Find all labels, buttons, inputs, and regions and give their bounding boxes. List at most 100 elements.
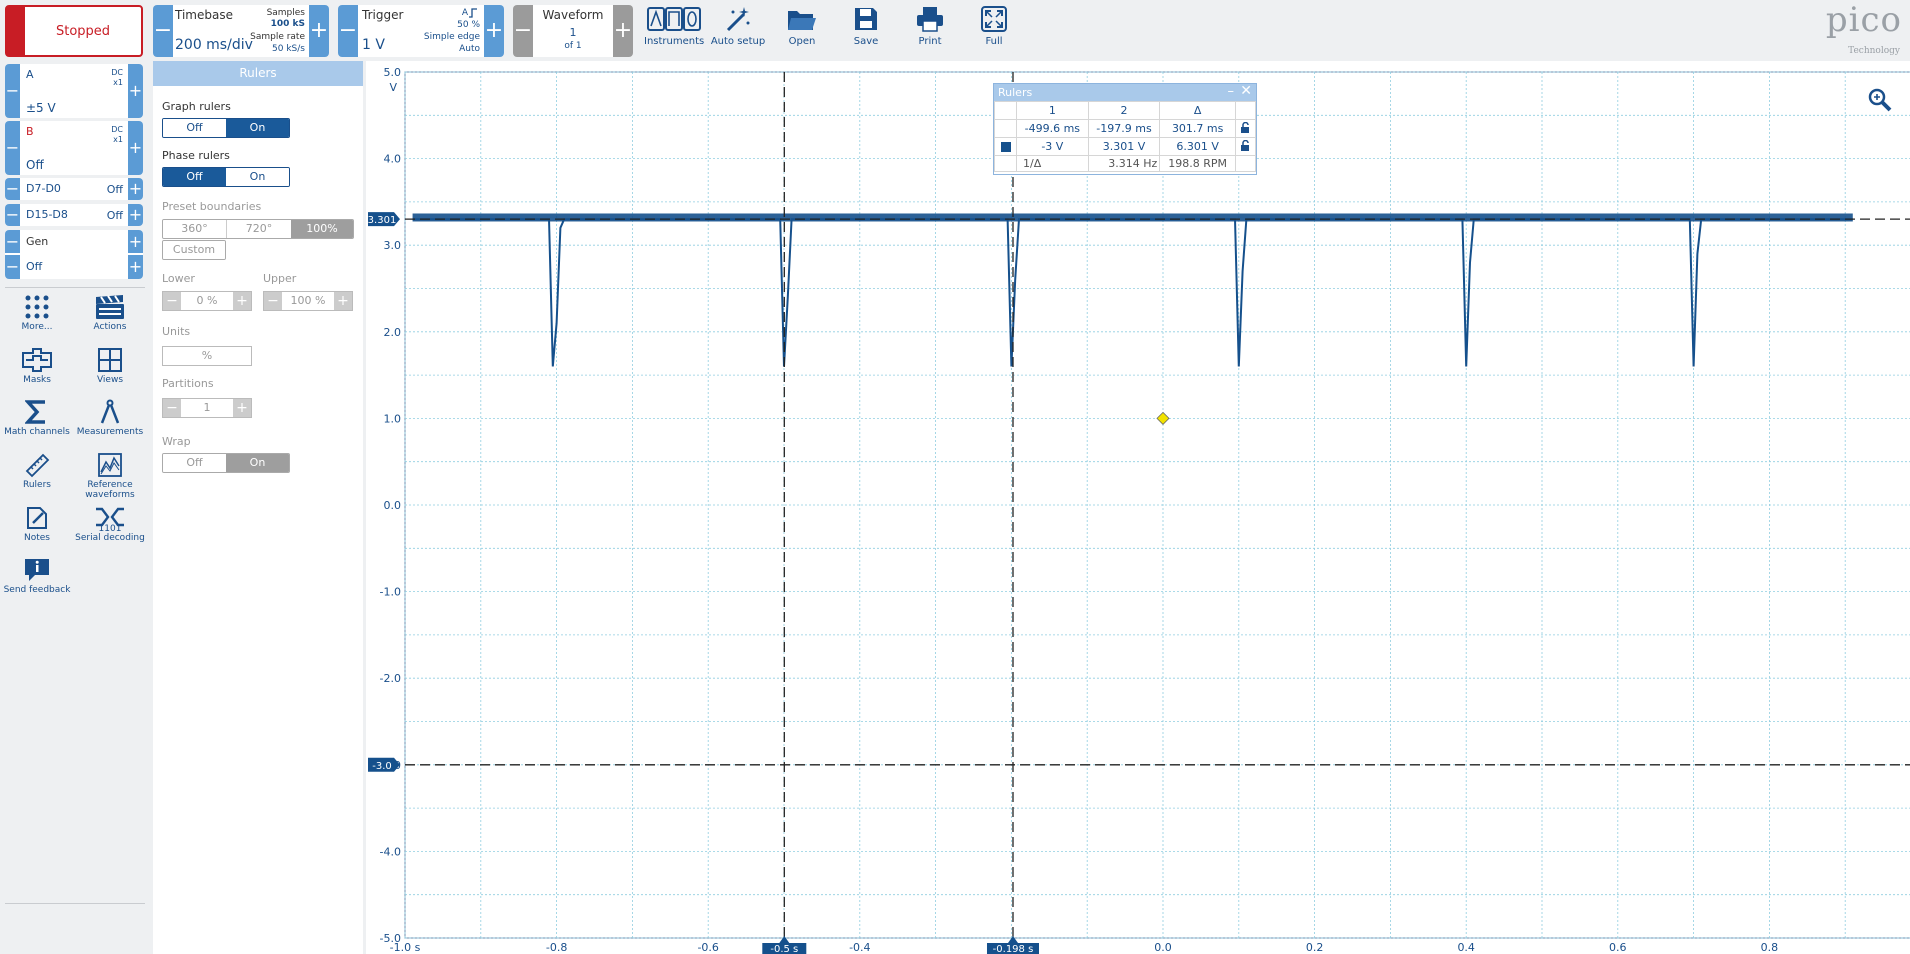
column-header: Δ (1159, 101, 1236, 120)
print-button[interactable]: Print (900, 4, 960, 56)
gen-state[interactable]: Off (26, 260, 42, 273)
waveform-index[interactable]: 1 (513, 26, 633, 39)
channel-b-control[interactable]: − + B DC x1 Off (5, 121, 143, 175)
close-icon[interactable]: ✕ (1240, 83, 1252, 100)
d7-d0-decrease-button[interactable]: − (5, 178, 20, 200)
preset-100-option[interactable]: 100% (291, 220, 353, 238)
channel-b-probe[interactable]: x1 (113, 135, 123, 145)
upper-value[interactable]: 100 % (282, 292, 334, 310)
gen-decrease-button[interactable]: − (5, 230, 20, 254)
rulers-tool-button[interactable]: Rulers (2, 452, 72, 490)
channel-a-increase-button[interactable]: + (128, 64, 143, 118)
signal-generator-control[interactable]: − + − + Gen Off (5, 230, 143, 279)
upper-increase-button[interactable]: + (334, 292, 352, 310)
partitions-increase-button[interactable]: + (233, 399, 251, 417)
lower-value[interactable]: 0 % (181, 292, 233, 310)
waveform-control[interactable]: − + Waveform 1 of 1 (513, 5, 633, 57)
digital-d15-d8-control[interactable]: − + D15-D8 Off (5, 204, 143, 226)
wrap-toggle[interactable]: Off On (162, 453, 290, 473)
graph-rulers-toggle[interactable]: Off On (162, 118, 290, 138)
partitions-value[interactable]: 1 (181, 399, 233, 417)
notes-tool-label: Notes (24, 533, 50, 543)
notes-tool-button[interactable]: Notes (2, 505, 72, 543)
trigger-type[interactable]: Simple edge (424, 32, 480, 42)
run-stop-button[interactable]: Stopped (5, 5, 143, 57)
fullscreen-button[interactable]: Full (964, 4, 1024, 56)
instruments-button[interactable]: Instruments (644, 4, 704, 56)
scope-graph[interactable]: 5.04.03.02.01.00.0-1.0-2.0-3.0-4.0-5.0 -… (366, 61, 1910, 954)
preset-720-option[interactable]: 720° (227, 220, 291, 238)
wrap-off-option[interactable]: Off (163, 454, 226, 472)
phase-rulers-on-option[interactable]: On (226, 168, 289, 186)
channel-a-control[interactable]: − + A DC x1 ±5 V (5, 64, 143, 118)
trigger-control[interactable]: − + Trigger 1 V A 50 % Simple edge Auto (338, 5, 504, 57)
partitions-decrease-button[interactable]: − (163, 399, 181, 417)
zoom-icon[interactable] (1866, 86, 1894, 114)
partitions-stepper[interactable]: − 1 + (162, 398, 252, 418)
samples-value[interactable]: 100 kS (271, 19, 305, 29)
channel-b-increase-button[interactable]: + (128, 121, 143, 175)
preset-360-option[interactable]: 360° (163, 220, 227, 238)
gen-increase-button[interactable]: + (128, 230, 143, 254)
d15-d8-increase-button[interactable]: + (128, 204, 143, 226)
minimize-icon[interactable]: – (1228, 83, 1235, 100)
trigger-mode[interactable]: Auto (459, 44, 480, 54)
serial-decoding-tool-button[interactable]: 1101 Serial decoding (75, 505, 145, 543)
digital-d7-d0-control[interactable]: − + D7-D0 Off (5, 178, 143, 200)
clapperboard-icon (96, 295, 124, 319)
phase-rulers-off-option[interactable]: Off (163, 168, 226, 186)
timebase-value[interactable]: 200 ms/div (175, 37, 253, 53)
lower-increase-button[interactable]: + (233, 292, 251, 310)
channel-b-decrease-button[interactable]: − (5, 121, 20, 175)
send-feedback-tool-button[interactable]: Send feedback (2, 557, 72, 595)
graph-rulers-on-option[interactable]: On (226, 119, 289, 137)
wand-icon (726, 7, 750, 32)
table-cell: 6.301 V (1159, 137, 1236, 156)
trigger-source: A (461, 8, 468, 18)
graph-rulers-off-option[interactable]: Off (163, 119, 226, 137)
preset-boundaries-selector[interactable]: 360° 720° 100% (162, 219, 354, 239)
unlock-icon[interactable] (1240, 121, 1251, 133)
timebase-control[interactable]: − + Timebase 200 ms/div Samples 100 kS S… (153, 5, 329, 57)
channel-b-coupling[interactable]: DC (111, 125, 123, 135)
d15-d8-decrease-button[interactable]: − (5, 204, 20, 226)
units-input[interactable]: % (162, 346, 252, 366)
sigma-icon (25, 400, 45, 424)
auto-setup-button[interactable]: Auto setup (708, 4, 768, 56)
views-tool-button[interactable]: Views (75, 347, 145, 385)
channel-a-coupling[interactable]: DC (111, 68, 123, 78)
upper-stepper[interactable]: − 100 % + (263, 291, 353, 311)
lower-decrease-button[interactable]: − (163, 292, 181, 310)
trigger-increase-button[interactable]: + (484, 5, 504, 57)
channel-a-decrease-button[interactable]: − (5, 64, 20, 118)
timebase-increase-button[interactable]: + (309, 5, 329, 57)
rulers-window-header[interactable]: Rulers – ✕ (994, 83, 1256, 101)
trigger-decrease-button[interactable]: − (338, 5, 358, 57)
measurements-tool-button[interactable]: Measurements (75, 399, 145, 437)
math-channels-tool-button[interactable]: Math channels (2, 399, 72, 437)
actions-tool-button[interactable]: Actions (75, 294, 145, 332)
gen-state-increase-button[interactable]: + (128, 255, 143, 279)
d7-d0-state[interactable]: Off (107, 183, 123, 196)
save-button[interactable]: Save (836, 4, 896, 56)
unlock-icon[interactable] (1240, 139, 1251, 151)
timebase-decrease-button[interactable]: − (153, 5, 173, 57)
voltage-ruler-label: -3.0 (372, 761, 392, 772)
d15-d8-state[interactable]: Off (107, 209, 123, 222)
channel-b-range[interactable]: Off (26, 158, 44, 172)
phase-rulers-toggle[interactable]: Off On (162, 167, 290, 187)
upper-decrease-button[interactable]: − (264, 292, 282, 310)
wrap-on-option[interactable]: On (226, 454, 289, 472)
lower-stepper[interactable]: − 0 % + (162, 291, 252, 311)
channel-a-probe[interactable]: x1 (113, 78, 123, 88)
masks-tool-button[interactable]: Masks (2, 347, 72, 385)
more-tool-button[interactable]: More... (2, 294, 72, 332)
channel-a-range[interactable]: ±5 V (26, 101, 56, 115)
y-tick-label: -4.0 (380, 845, 401, 858)
trigger-level-value[interactable]: 1 V (362, 37, 385, 53)
reference-waveforms-tool-button[interactable]: Reference waveforms (75, 452, 145, 500)
d7-d0-increase-button[interactable]: + (128, 178, 143, 200)
gen-state-decrease-button[interactable]: − (5, 255, 20, 279)
preset-custom-option[interactable]: Custom (162, 240, 226, 260)
open-button[interactable]: Open (772, 4, 832, 56)
